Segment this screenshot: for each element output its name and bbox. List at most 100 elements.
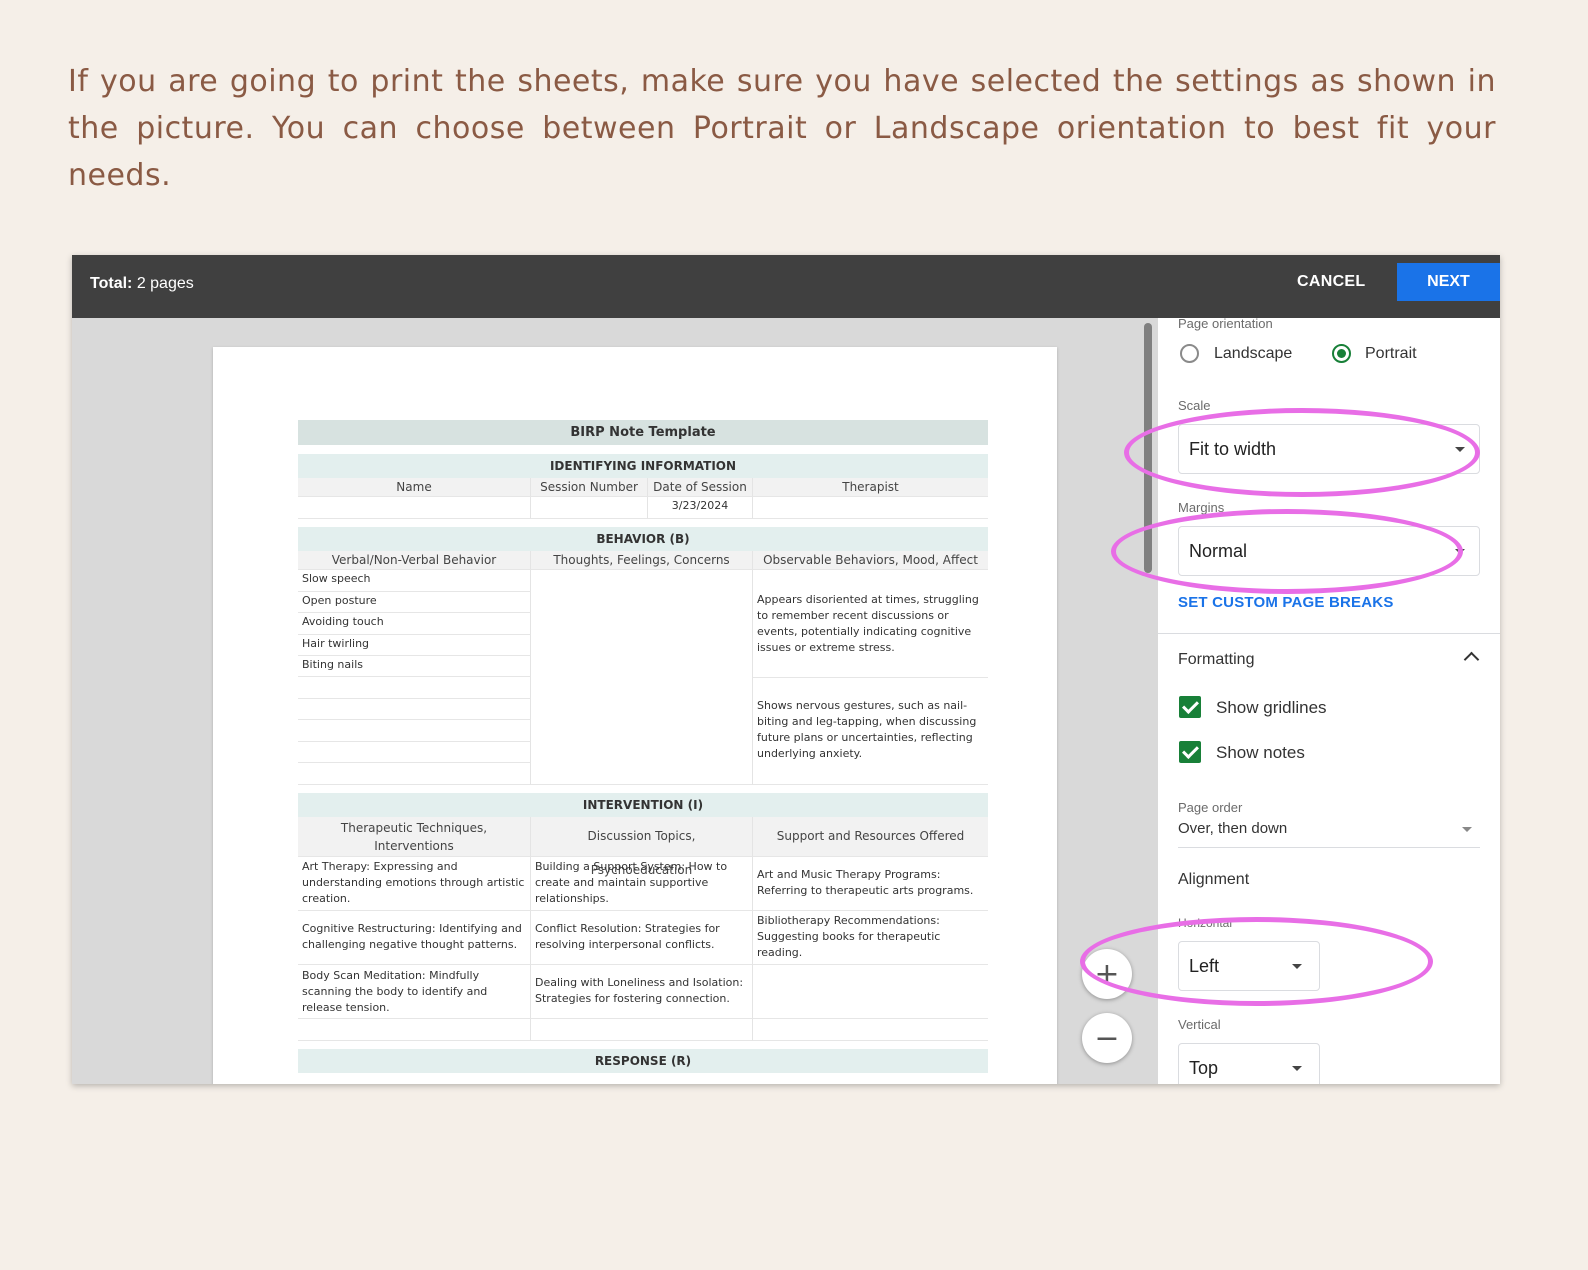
header-name: Name — [298, 478, 531, 497]
orientation-label: Page orientation — [1178, 318, 1273, 331]
list-item — [298, 720, 531, 742]
chevron-down-icon — [1292, 1066, 1302, 1071]
scale-select[interactable]: Fit to width — [1178, 424, 1480, 474]
section-identifying: IDENTIFYING INFORMATION — [298, 454, 988, 478]
list-item — [298, 742, 531, 763]
formatting-heading[interactable]: Formatting — [1178, 651, 1254, 669]
chevron-down-icon — [1455, 549, 1465, 554]
table-row — [298, 1019, 988, 1041]
birp-sheet: BIRP Note Template IDENTIFYING INFORMATI… — [298, 420, 988, 1073]
header-support: Support and Resources Offered — [753, 817, 988, 857]
alignment-heading: Alignment — [1178, 871, 1250, 888]
zoom-in-button[interactable]: + — [1082, 949, 1132, 999]
behavior-header-row: Verbal/Non-Verbal Behavior Thoughts, Fee… — [298, 551, 988, 570]
value-therapist — [753, 497, 988, 519]
chevron-down-icon — [1455, 447, 1465, 452]
preview-scrollbar[interactable] — [1144, 323, 1152, 573]
horizontal-value: Left — [1189, 956, 1220, 976]
table-row: Art Therapy: Expressing and understandin… — [298, 857, 988, 911]
intervention-cell: Art and Music Therapy Programs: Referrin… — [753, 857, 988, 911]
intro-text: If you are going to print the sheets, ma… — [68, 64, 1496, 193]
intervention-cell: Bibliotherapy Recommendations: Suggestin… — [753, 911, 988, 965]
intervention-header-row: Therapeutic Techniques, Interventions Di… — [298, 817, 988, 877]
list-item: Hair twirling — [298, 635, 531, 656]
landscape-label[interactable]: Landscape — [1214, 345, 1292, 363]
list-item — [298, 763, 531, 785]
header-techniques: Therapeutic Techniques, Interventions — [298, 817, 531, 857]
preview-page: BIRP Note Template IDENTIFYING INFORMATI… — [213, 347, 1057, 1084]
header-verbal: Verbal/Non-Verbal Behavior — [298, 551, 531, 570]
page-order-value: Over, then down — [1178, 820, 1288, 837]
list-item: Slow speech — [298, 570, 531, 592]
chevron-down-icon — [1292, 964, 1302, 969]
list-item — [298, 699, 531, 720]
page-order-select[interactable]: Over, then down — [1178, 820, 1480, 848]
vertical-value: Top — [1189, 1058, 1219, 1078]
top-toolbar: Total: 2 pages CANCEL NEXT — [72, 255, 1500, 318]
horizontal-label: Horizontal — [1178, 916, 1233, 930]
total-pages: Total: 2 pages — [90, 275, 194, 293]
header-thoughts: Thoughts, Feelings, Concerns — [531, 551, 753, 570]
verbal-column: Slow speech Open posture Avoiding touch … — [298, 570, 531, 785]
value-name — [298, 497, 531, 519]
intervention-cell: Building a Support System: How to create… — [531, 857, 753, 911]
scale-value: Fit to width — [1189, 439, 1277, 459]
header-session-number: Session Number — [531, 478, 648, 497]
page-preview-area[interactable]: BIRP Note Template IDENTIFYING INFORMATI… — [72, 318, 1158, 1084]
vertical-select[interactable]: Top — [1178, 1043, 1320, 1084]
list-item — [298, 677, 531, 699]
settings-panel: Page orientation Landscape Portrait Scal… — [1158, 318, 1500, 1084]
value-date: 3/23/2024 — [648, 497, 753, 519]
gridlines-checkbox[interactable] — [1179, 696, 1201, 718]
print-settings-screenshot: Total: 2 pages CANCEL NEXT BIRP Note Tem… — [72, 255, 1500, 1084]
list-item: Avoiding touch — [298, 613, 531, 635]
sheet-title: BIRP Note Template — [298, 420, 988, 445]
chevron-up-icon[interactable] — [1463, 651, 1480, 668]
notes-label[interactable]: Show notes — [1216, 743, 1305, 763]
header-date: Date of Session — [648, 478, 753, 497]
total-label: Total: — [90, 275, 133, 292]
custom-page-breaks-link[interactable]: SET CUSTOM PAGE BREAKS — [1178, 594, 1394, 611]
value-session-number — [531, 497, 648, 519]
horizontal-select[interactable]: Left — [1178, 941, 1320, 991]
observable-column: Appears disoriented at times, struggling… — [753, 570, 988, 785]
chevron-down-icon — [1462, 827, 1472, 832]
intervention-cell: Body Scan Meditation: Mindfully scanning… — [298, 965, 531, 1019]
intervention-cell — [753, 965, 988, 1019]
vertical-label: Vertical — [1178, 1017, 1221, 1032]
zoom-out-button[interactable]: − — [1082, 1013, 1132, 1063]
list-item: Biting nails — [298, 656, 531, 677]
landscape-radio[interactable] — [1180, 344, 1199, 363]
section-behavior: BEHAVIOR (B) — [298, 527, 988, 551]
page-order-label: Page order — [1178, 800, 1243, 815]
intervention-cell: Art Therapy: Expressing and understandin… — [298, 857, 531, 911]
identifying-value-row: 3/23/2024 — [298, 497, 988, 519]
header-therapist: Therapist — [753, 478, 988, 497]
scale-label: Scale — [1178, 398, 1211, 413]
intervention-cell: Cognitive Restructuring: Identifying and… — [298, 911, 531, 965]
portrait-label[interactable]: Portrait — [1365, 345, 1417, 363]
intervention-cell — [531, 1019, 753, 1041]
table-row: Body Scan Meditation: Mindfully scanning… — [298, 965, 988, 1019]
divider — [1158, 633, 1500, 634]
intervention-cell: Dealing with Loneliness and Isolation: S… — [531, 965, 753, 1019]
header-observable: Observable Behaviors, Mood, Affect — [753, 551, 988, 570]
next-button[interactable]: NEXT — [1397, 263, 1500, 301]
margins-label: Margins — [1178, 500, 1225, 515]
observation-1: Appears disoriented at times, struggling… — [753, 570, 988, 678]
cancel-button[interactable]: CANCEL — [1297, 273, 1365, 291]
intervention-cell: Conflict Resolution: Strategies for reso… — [531, 911, 753, 965]
table-row: Cognitive Restructuring: Identifying and… — [298, 911, 988, 965]
section-intervention: INTERVENTION (I) — [298, 793, 988, 817]
notes-checkbox[interactable] — [1179, 741, 1201, 763]
list-item: Open posture — [298, 592, 531, 613]
identifying-header-row: Name Session Number Date of Session Ther… — [298, 478, 988, 497]
total-value: 2 pages — [136, 275, 194, 292]
section-response: RESPONSE (R) — [298, 1049, 988, 1073]
margins-select[interactable]: Normal — [1178, 526, 1480, 576]
intervention-cell — [753, 1019, 988, 1041]
intervention-cell — [298, 1019, 531, 1041]
portrait-radio[interactable] — [1332, 344, 1351, 363]
gridlines-label[interactable]: Show gridlines — [1216, 698, 1327, 718]
header-topics: Discussion Topics, Psychoeducation — [531, 817, 753, 877]
